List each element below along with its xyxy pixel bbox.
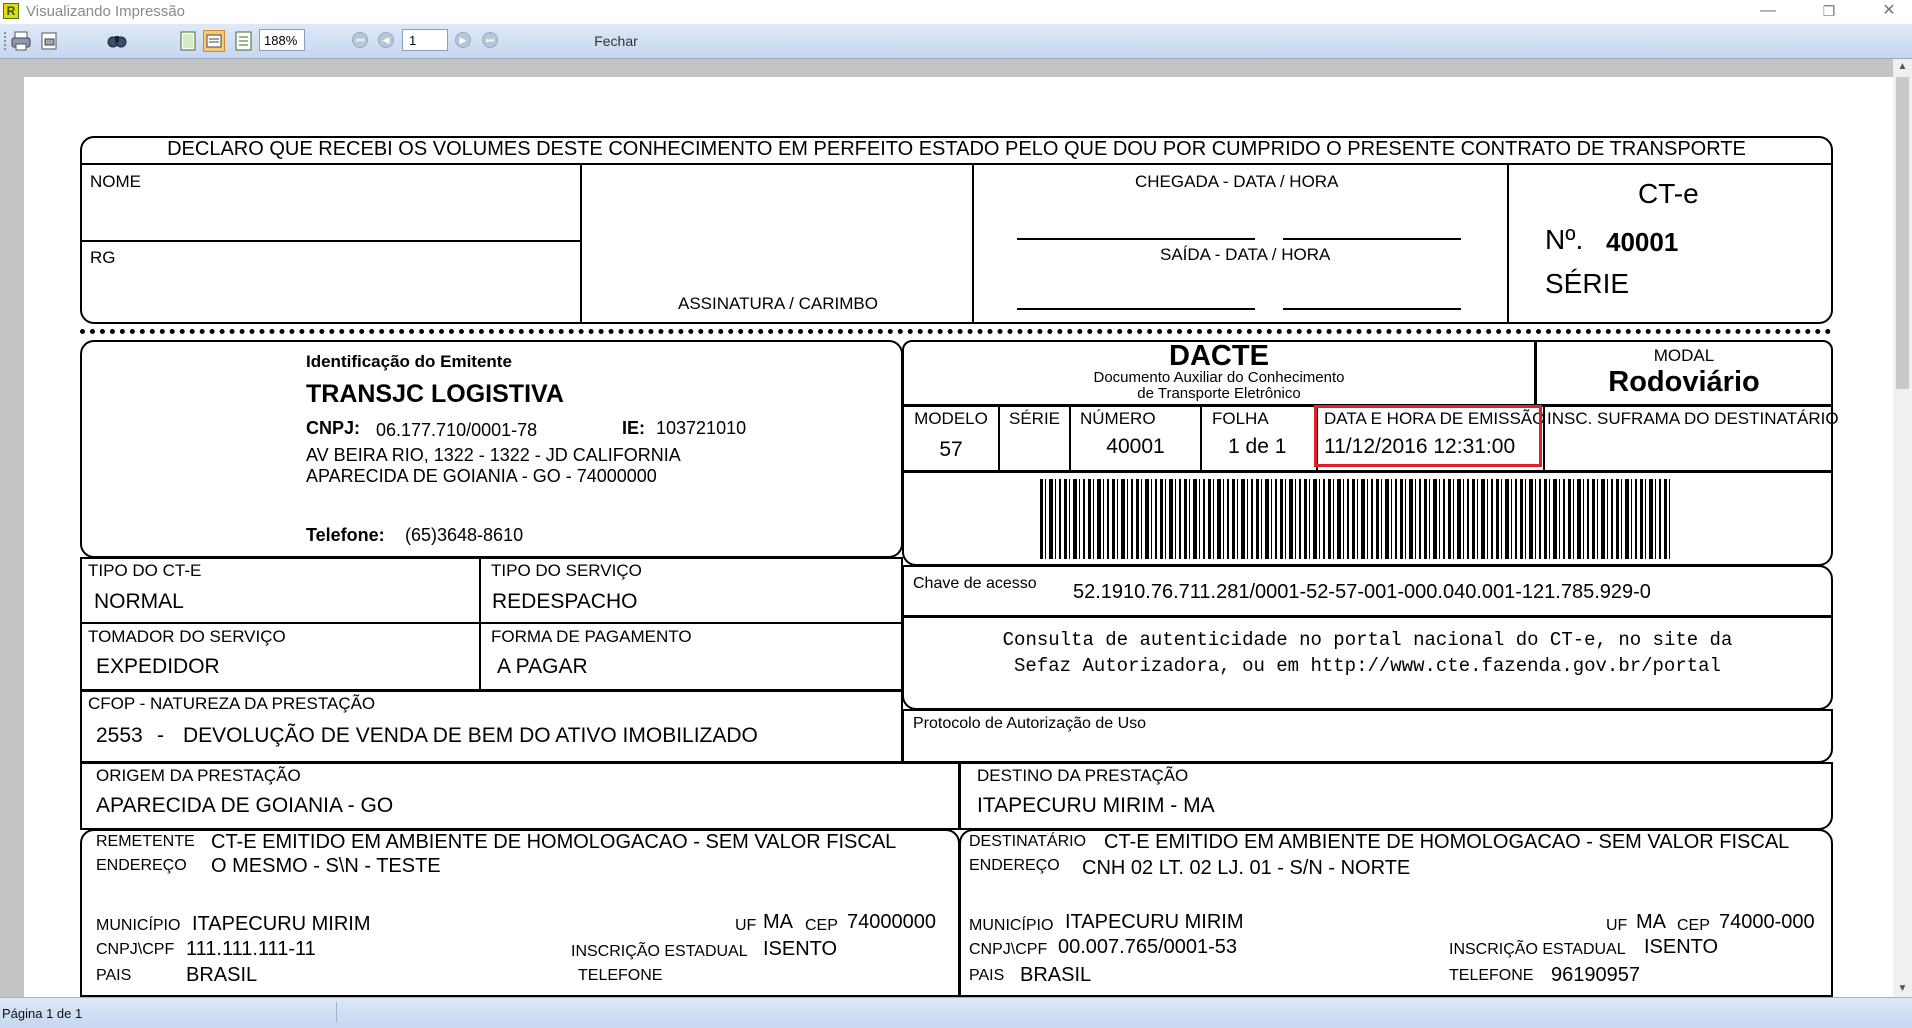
status-bar: Página 1 de 1 bbox=[0, 997, 1912, 1028]
scroll-up-icon[interactable]: ▲ bbox=[1893, 59, 1912, 75]
title-bar: R Visualizando Impressão — ❐ ✕ bbox=[0, 0, 1912, 24]
find-icon[interactable] bbox=[106, 30, 128, 52]
toolbar: 188% ⏮ ◀ 1 ▶ ⏭ Fechar bbox=[0, 24, 1912, 59]
app-icon: R bbox=[3, 3, 19, 19]
close-window-button[interactable]: ✕ bbox=[1866, 0, 1912, 24]
first-page-button[interactable]: ⏮ bbox=[352, 32, 368, 48]
close-preview-button[interactable]: Fechar bbox=[585, 28, 647, 54]
scroll-down-icon[interactable]: ▼ bbox=[1893, 981, 1912, 997]
last-page-button[interactable]: ⏭ bbox=[482, 32, 498, 48]
page-number-input[interactable]: 1 bbox=[402, 29, 448, 51]
preview-area[interactable] bbox=[0, 59, 1893, 997]
two-page-icon[interactable] bbox=[203, 30, 225, 52]
scrollbar-thumb[interactable] bbox=[1896, 77, 1909, 389]
print-icon[interactable] bbox=[10, 30, 32, 52]
print-setup-icon[interactable] bbox=[38, 30, 60, 52]
page-count-status: Página 1 de 1 bbox=[2, 1006, 83, 1021]
window-title: Visualizando Impressão bbox=[26, 3, 185, 20]
minimize-button[interactable]: — bbox=[1745, 0, 1791, 24]
status-divider bbox=[336, 1002, 337, 1022]
restore-button[interactable]: ❐ bbox=[1806, 0, 1852, 24]
multi-page-icon[interactable] bbox=[233, 30, 255, 52]
vertical-scrollbar[interactable]: ▲ ▼ bbox=[1893, 59, 1912, 997]
single-page-icon[interactable] bbox=[177, 30, 199, 52]
printed-page bbox=[24, 77, 1893, 997]
next-page-button[interactable]: ▶ bbox=[455, 32, 471, 48]
previous-page-button[interactable]: ◀ bbox=[378, 32, 394, 48]
toolbar-grip bbox=[4, 32, 8, 50]
zoom-field[interactable]: 188% bbox=[259, 29, 305, 51]
